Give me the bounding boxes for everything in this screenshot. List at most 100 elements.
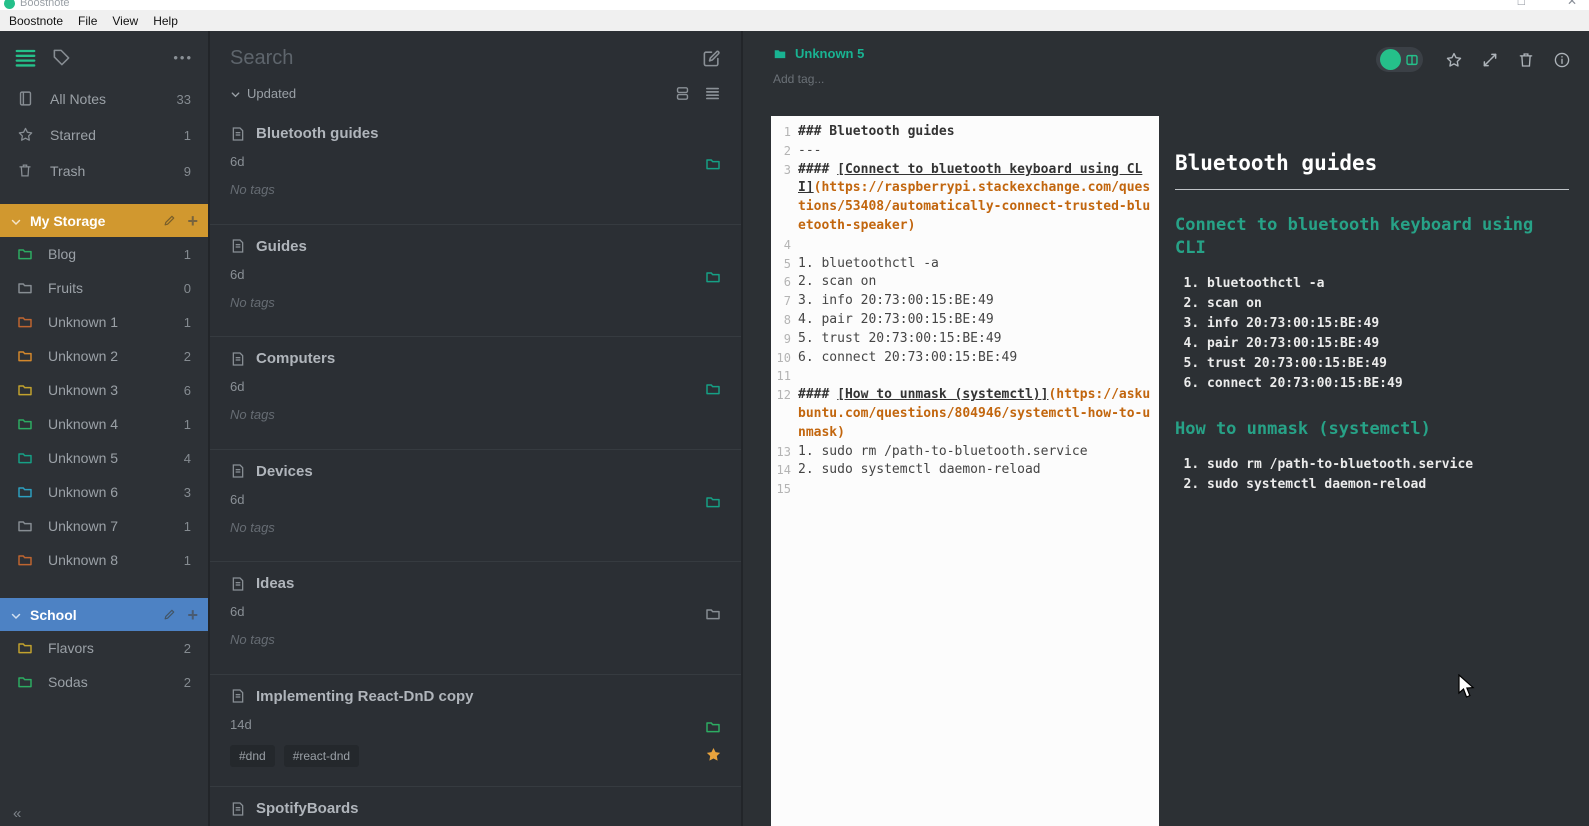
document-icon (230, 463, 246, 479)
note-item[interactable]: Ideas 6d No tags (210, 562, 741, 675)
folder-item-unknown-8[interactable]: Unknown 8 1 (0, 543, 208, 577)
star-icon (17, 126, 35, 144)
add-folder-icon[interactable]: + (187, 606, 198, 624)
note-count: 1 (183, 127, 191, 143)
sidebar-item-starred[interactable]: Starred 1 (0, 117, 208, 153)
folder-icon (17, 246, 33, 262)
maximize-button-icon[interactable]: □ (1518, 0, 1525, 8)
edit-preview-toggle[interactable] (1376, 47, 1423, 72)
preview-list-item: sudo systemctl daemon-reload (1207, 475, 1569, 495)
sidebar-item-all-notes[interactable]: All Notes 33 (0, 81, 208, 117)
markdown-editor[interactable]: 1 ### Bluetooth guides 2 --- 3 #### [Conne… (771, 116, 1159, 826)
folder-name: Unknown 2 (48, 348, 119, 364)
note-item[interactable]: Devices 6d No tags (210, 450, 741, 562)
folder-item-unknown-2[interactable]: Unknown 2 2 (0, 339, 208, 373)
sidebar: ••• All Notes 33 Starred 1 Trash 9 My St… (0, 31, 210, 826)
folder-item-unknown-6[interactable]: Unknown 6 3 (0, 475, 208, 509)
storage-header[interactable]: School + (0, 598, 208, 631)
note-count: 1 (183, 246, 191, 262)
line-content: 2. scan on (798, 274, 877, 290)
document-icon (230, 351, 246, 367)
sort-control[interactable]: Updated (210, 72, 741, 112)
trash-note-icon[interactable] (1517, 51, 1535, 69)
menu-item-help[interactable]: Help (153, 14, 178, 28)
folder-item-blog[interactable]: Blog 1 (0, 237, 208, 271)
note-count: 1 (183, 518, 191, 534)
book-icon (17, 90, 35, 108)
folder-name: Unknown 8 (48, 552, 119, 568)
search-input[interactable] (230, 47, 690, 70)
tag-icon[interactable] (52, 48, 71, 67)
more-options-icon[interactable]: ••• (173, 51, 193, 64)
folder-item-unknown-3[interactable]: Unknown 3 6 (0, 373, 208, 407)
note-age: 6d (230, 154, 245, 169)
info-icon[interactable] (1553, 51, 1571, 69)
document-icon (230, 576, 246, 592)
menu-item-boostnote[interactable]: Boostnote (9, 14, 63, 28)
markdown-preview: Bluetooth guides Connect to bluetooth key… (1159, 116, 1589, 826)
storage-name: My Storage (30, 212, 106, 229)
chevron-down-icon (230, 88, 241, 99)
collapse-sidebar-icon[interactable]: « (13, 805, 21, 822)
preview-list-item: trust 20:73:00:15:BE:49 (1207, 354, 1569, 374)
folder-item-sodas[interactable]: Sodas 2 (0, 665, 208, 699)
folder-item-unknown-7[interactable]: Unknown 7 1 (0, 509, 208, 543)
tag-badge[interactable]: #react-dnd (283, 744, 360, 767)
edit-storage-icon[interactable] (163, 214, 176, 227)
folder-item-unknown-4[interactable]: Unknown 4 1 (0, 407, 208, 441)
note-count: 1 (183, 416, 191, 432)
tag-input[interactable] (773, 72, 973, 86)
note-count: 0 (183, 280, 191, 296)
menu-item-view[interactable]: View (112, 14, 138, 28)
split-view-icon (1405, 53, 1419, 67)
list-view-icon[interactable] (704, 85, 721, 102)
editor-line: 1 ### Bluetooth guides (771, 123, 1159, 142)
note-item[interactable]: Computers 6d No tags (210, 337, 741, 450)
no-tags-label: No tags (230, 632, 275, 647)
line-content (798, 367, 1159, 386)
folder-item-unknown-1[interactable]: Unknown 1 1 (0, 305, 208, 339)
star-note-icon[interactable] (1445, 51, 1463, 69)
window-title: Boostnote (20, 0, 70, 9)
folder-icon (17, 314, 33, 330)
note-item[interactable]: SpotifyBoards (210, 787, 741, 826)
chevron-down-icon (10, 215, 22, 227)
new-note-icon[interactable] (702, 49, 721, 68)
folder-item-unknown-5[interactable]: Unknown 5 4 (0, 441, 208, 475)
note-count: 3 (183, 484, 191, 500)
close-button-icon[interactable]: ✕ (1567, 0, 1577, 8)
note-item[interactable]: Implementing React-DnD copy 14d #dnd #rea… (210, 675, 741, 787)
editor-line: 3 #### [Connect to bluetooth keyboard us… (771, 161, 1159, 236)
fullscreen-icon[interactable] (1481, 51, 1499, 69)
folder-icon (705, 156, 721, 172)
note-count: 9 (183, 163, 191, 179)
folder-icon (17, 640, 33, 656)
menu-icon[interactable] (15, 49, 36, 67)
folder-icon (17, 518, 33, 534)
preview-list-item: info 20:73:00:15:BE:49 (1207, 314, 1569, 334)
folder-icon (705, 719, 721, 735)
note-item[interactable]: Bluetooth guides 6d No tags (210, 112, 741, 225)
card-view-icon[interactable] (674, 85, 691, 102)
line-number: 6 (783, 275, 791, 290)
add-folder-icon[interactable]: + (187, 212, 198, 230)
note-count: 6 (183, 382, 191, 398)
tag-badge[interactable]: #dnd (230, 744, 275, 767)
folder-item-flavors[interactable]: Flavors 2 (0, 631, 208, 665)
line-content: 1. bluetoothctl -a (798, 255, 939, 271)
line-number: 2 (783, 143, 791, 158)
editor-line: 13 1. sudo rm /path-to-bluetooth.service (771, 443, 1159, 462)
note-count: 1 (183, 314, 191, 330)
note-list-panel: Updated Bluetooth guides 6d No tags Guid… (210, 31, 743, 826)
sidebar-item-trash[interactable]: Trash 9 (0, 153, 208, 189)
note-item[interactable]: Guides 6d No tags (210, 225, 741, 337)
storage-header[interactable]: My Storage + (0, 204, 208, 237)
folder-item-fruits[interactable]: Fruits 0 (0, 271, 208, 305)
edit-storage-icon[interactable] (163, 608, 176, 621)
folder-icon (705, 606, 721, 622)
menu-item-file[interactable]: File (78, 14, 97, 28)
note-count: 2 (183, 348, 191, 364)
sort-label: Updated (247, 86, 297, 101)
editor-panel: Unknown 5 Add tag... 1 ### Bluetooth gui… (743, 31, 1589, 826)
line-content: --- (798, 142, 822, 158)
